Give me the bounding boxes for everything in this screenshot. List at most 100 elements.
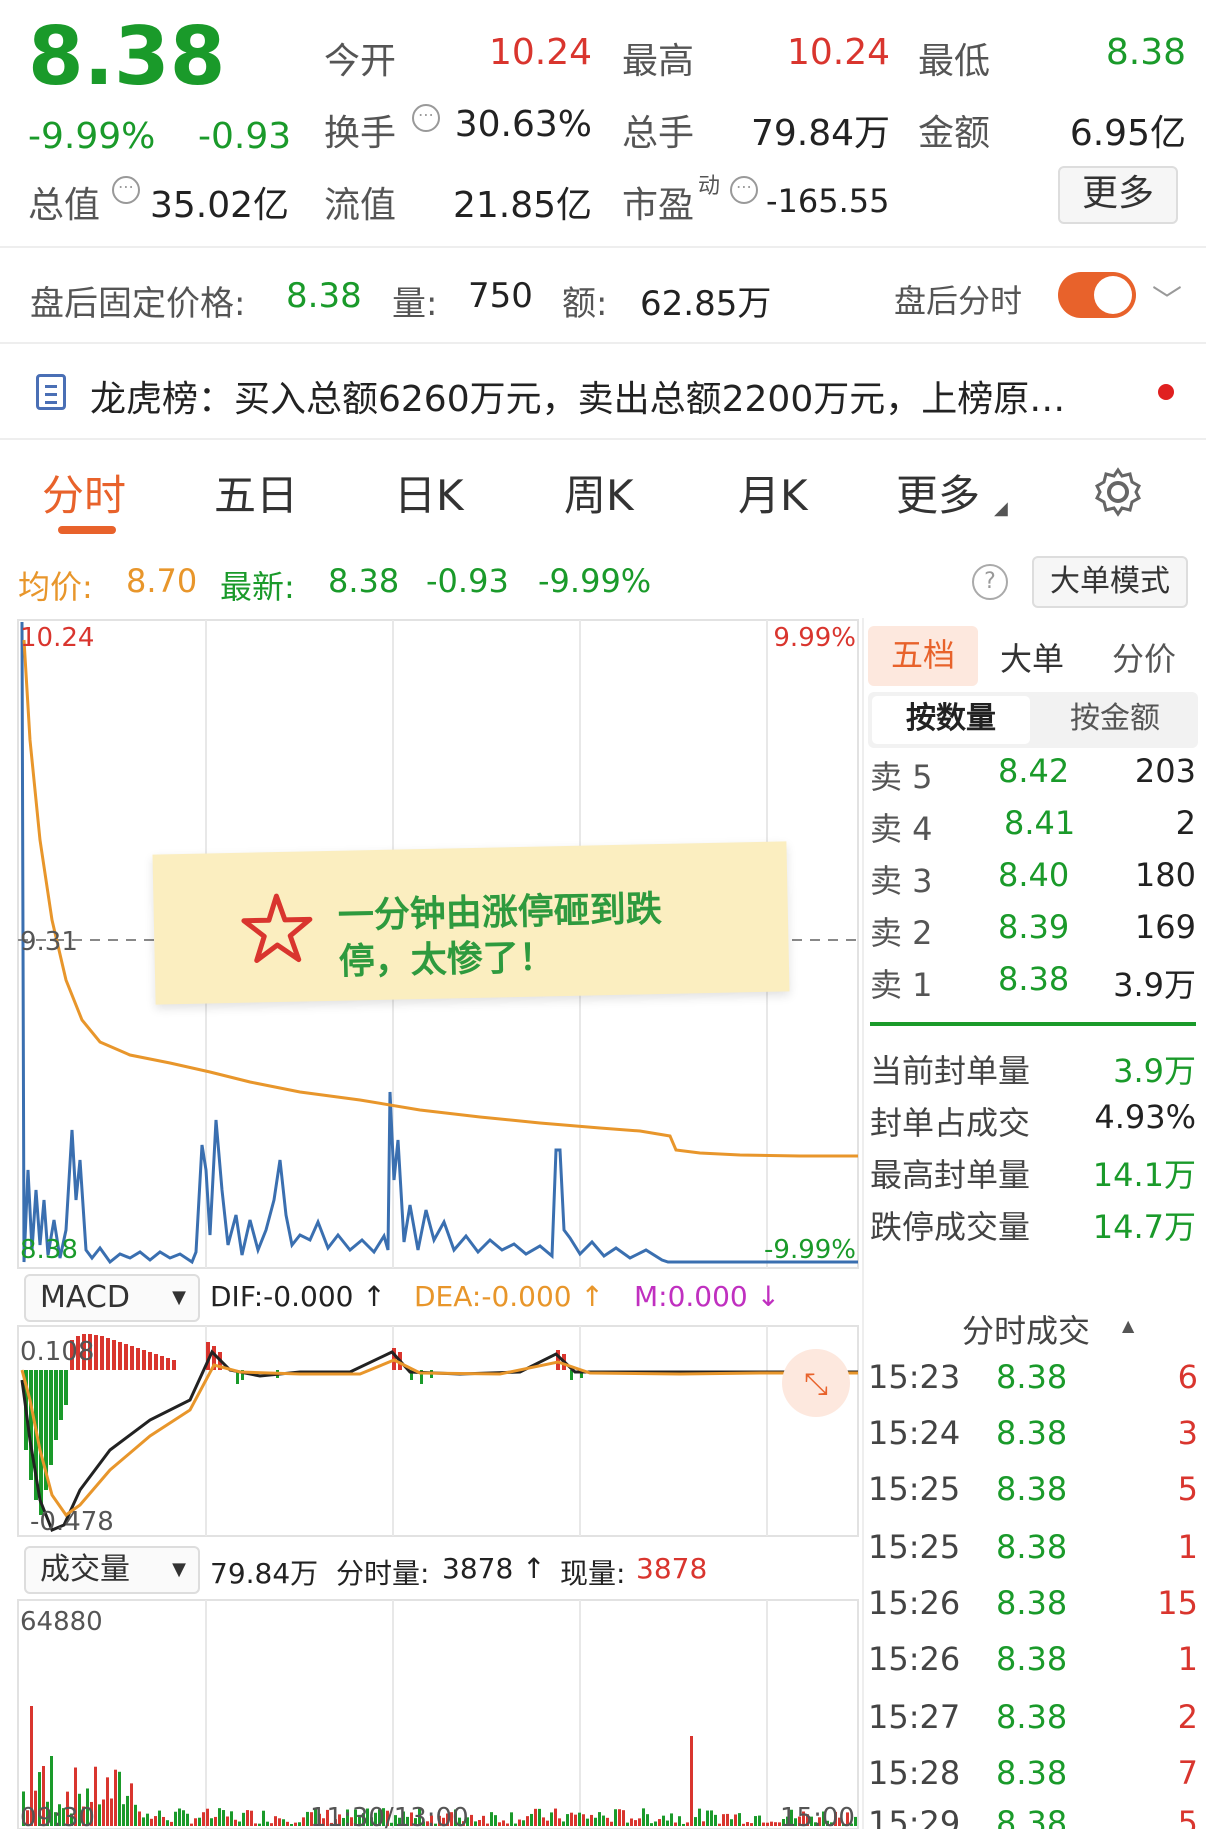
volume-bar [570, 1812, 573, 1826]
volume-bar [270, 1823, 273, 1826]
after-hours-toggle[interactable] [1058, 272, 1136, 318]
latest-change: -0.93 [426, 562, 509, 600]
tab-price-dist[interactable]: 分价 [1112, 634, 1176, 680]
volume-bar [546, 1820, 549, 1826]
volume-bar [150, 1818, 153, 1826]
volume-bar [182, 1810, 185, 1826]
volume-bar [166, 1820, 169, 1826]
tab-monthly-k[interactable]: 月K [738, 462, 808, 523]
volume-bar [554, 1808, 557, 1826]
volume-bar [114, 1769, 117, 1826]
volume-bar [626, 1822, 629, 1826]
big-order-mode-button[interactable]: 大单模式 [1032, 556, 1188, 608]
volume-bar [618, 1809, 621, 1826]
volume-bar [534, 1808, 537, 1826]
trade-row: 15:27 8.38 2 [868, 1698, 1198, 1754]
volume-bar [222, 1810, 225, 1826]
tab-five-levels[interactable]: 五档 [868, 626, 978, 686]
macd-m: M:0.000 ↓ [634, 1280, 781, 1313]
tab-big-orders[interactable]: 大单 [1000, 634, 1064, 680]
volume-bar [506, 1823, 509, 1826]
after-hours-toggle-label: 盘后分时 [894, 282, 1023, 320]
volume-bar [770, 1821, 773, 1826]
volume-bar [742, 1823, 745, 1826]
volume-minute: 3878 ↑ [442, 1552, 546, 1585]
volume-bar [602, 1815, 605, 1826]
volume-bar [606, 1817, 609, 1826]
volume-bar [154, 1816, 157, 1826]
volume-selector[interactable]: 成交量 ▼ [24, 1546, 200, 1594]
volume-bar [674, 1822, 677, 1826]
order-row: 卖 1 8.38 3.9万 [870, 960, 1196, 1012]
volume-bar [294, 1822, 297, 1826]
trade-row: 15:28 8.38 7 [868, 1754, 1198, 1810]
tab-five-day[interactable]: 五日 [214, 462, 298, 523]
info-icon[interactable]: ⋯ [730, 176, 758, 204]
volume-bar [138, 1811, 141, 1826]
trade-qty: 5 [1177, 1804, 1198, 1829]
mktcap-label: 总值 [28, 185, 101, 226]
note-line-2: 停，太惨了！ [338, 937, 556, 983]
news-text[interactable]: 龙虎榜：买入总额6260万元，卖出总额2200万元，上榜原… [90, 370, 1140, 422]
volume-bar [614, 1809, 617, 1826]
trades-title[interactable]: 分时成交 [962, 1306, 1090, 1352]
trade-time: 15:28 [868, 1754, 961, 1792]
volume-current-label: 现量: [560, 1557, 626, 1590]
volume-bar [122, 1804, 125, 1826]
volume-bar [502, 1820, 505, 1826]
volume-bar [186, 1813, 189, 1826]
tab-more[interactable]: 更多 [896, 462, 980, 523]
intraday-chart[interactable]: 10.24 9.99% 9.31 8.38 -9.99% 0.108 -0.47… [0, 618, 862, 1829]
after-hours-vol: 750 [468, 276, 533, 316]
volume-bar [682, 1823, 685, 1826]
volume-bar [470, 1814, 473, 1826]
stat-label: 当前封单量 [870, 1052, 1031, 1090]
volume-bar [218, 1808, 221, 1826]
trade-time: 15:29 [868, 1804, 961, 1829]
macd-selector[interactable]: MACD ▼ [24, 1274, 200, 1322]
macd-max-label: 0.108 [20, 1337, 94, 1367]
volume-bar [694, 1817, 697, 1826]
volume-bar [514, 1823, 517, 1826]
gear-icon[interactable] [1092, 466, 1144, 522]
latest-label: 最新: [220, 568, 295, 606]
order-price: 8.39 [998, 908, 1070, 946]
volume-bar [146, 1813, 149, 1826]
caret-icon: ◢ [994, 498, 1008, 519]
volume-bar [542, 1817, 545, 1826]
volume-bar [622, 1810, 625, 1826]
help-icon[interactable]: ? [972, 564, 1008, 600]
volume-bar [574, 1814, 577, 1826]
volume-bar [762, 1822, 765, 1826]
more-button[interactable]: 更多 [1058, 166, 1178, 224]
trade-qty: 1 [1177, 1528, 1198, 1566]
info-icon[interactable]: ⋯ [112, 176, 140, 204]
tab-active-indicator [58, 526, 116, 534]
pct-min-label: -9.99% [764, 1235, 856, 1265]
subtab-by-amount[interactable]: 按金额 [1036, 696, 1194, 744]
tab-daily-k[interactable]: 日K [394, 462, 464, 523]
volume-label: 总手 [622, 113, 695, 154]
info-icon[interactable]: ⋯ [412, 104, 440, 132]
pe-label: 市盈 [622, 185, 695, 226]
tab-weekly-k[interactable]: 周K [564, 462, 634, 523]
star-icon [239, 891, 315, 971]
volume-bar [226, 1816, 229, 1826]
dropdown-caret-icon: ▼ [172, 1559, 186, 1580]
order-price: 8.41 [1004, 804, 1076, 842]
time-label-mid: 11:30/13:00 [310, 1803, 469, 1829]
after-hours-amt-label: 额: [562, 284, 608, 324]
volume-bar [214, 1816, 217, 1826]
volume-bar [482, 1815, 485, 1826]
subtab-by-quantity[interactable]: 按数量 [872, 696, 1030, 744]
order-qty: 203 [1134, 752, 1196, 790]
volume-bar [754, 1816, 757, 1826]
trade-time: 15:23 [868, 1358, 961, 1396]
order-row: 卖 3 8.40 180 [870, 856, 1196, 908]
after-hours-amt: 62.85万 [640, 284, 772, 324]
chevron-down-icon[interactable]: ﹀ [1152, 276, 1182, 320]
volume-bar [190, 1823, 193, 1826]
volume-bar [230, 1811, 233, 1826]
volume-bar [126, 1795, 129, 1826]
tab-intraday[interactable]: 分时 [42, 462, 126, 523]
